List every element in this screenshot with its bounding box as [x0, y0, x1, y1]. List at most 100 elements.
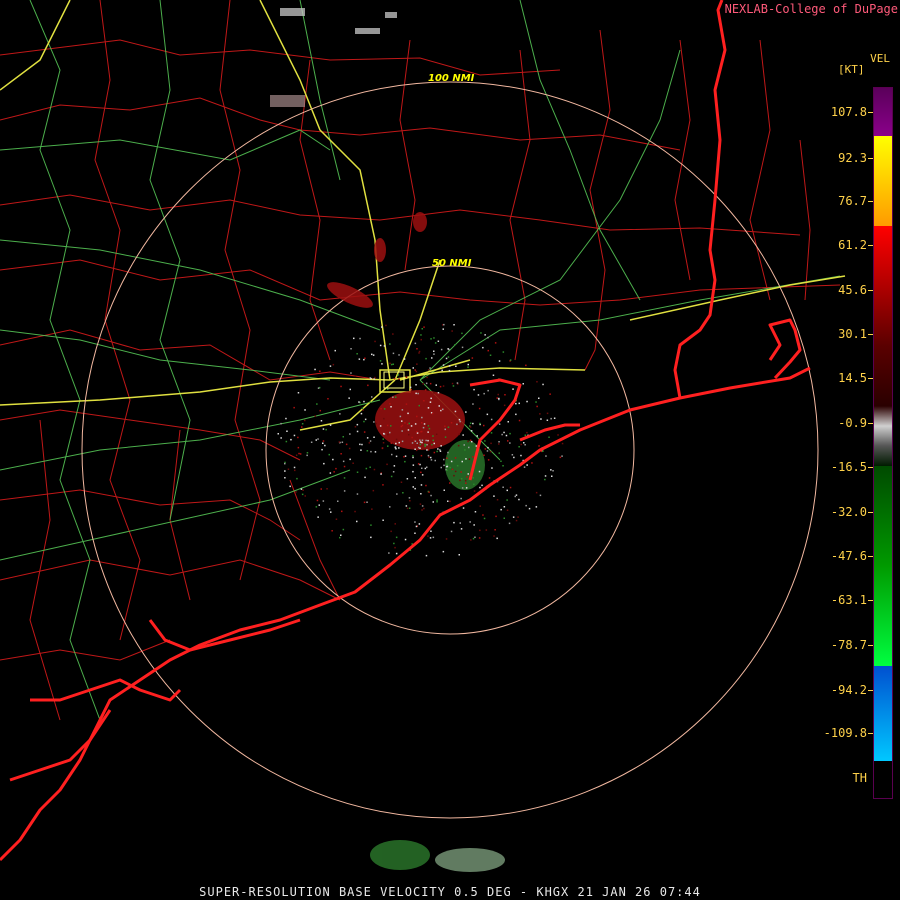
- legend-tick-label: -78.7: [830, 638, 867, 652]
- echo-speckle: [364, 476, 366, 479]
- echo-speckle: [393, 465, 396, 467]
- echo-speckle: [509, 432, 511, 435]
- echo-speckle: [408, 434, 410, 436]
- echo-speckle: [446, 469, 448, 471]
- echo-speckle: [542, 383, 544, 386]
- echo-speckle: [511, 454, 514, 456]
- legend-tick-mark: [868, 245, 873, 246]
- echo-speckle: [448, 365, 451, 367]
- echo-speckle: [372, 489, 375, 492]
- echo-speckle: [509, 442, 511, 444]
- echo-speckle: [400, 425, 403, 428]
- echo-speckle: [482, 514, 484, 516]
- echo-speckle: [437, 340, 440, 342]
- legend-tick-label: -32.0: [830, 505, 867, 519]
- echo-speckle: [472, 422, 474, 425]
- echo-speckle: [526, 464, 528, 466]
- echo-speckle: [323, 462, 325, 465]
- echo-speckle: [277, 433, 279, 435]
- echo-speckle: [340, 385, 342, 388]
- echo-speckle: [536, 381, 538, 383]
- echo-speckle: [394, 523, 396, 525]
- echo-speckle: [342, 528, 345, 531]
- echo-speckle: [383, 432, 385, 435]
- echo-speckle: [393, 542, 395, 545]
- echo-speckle: [553, 417, 556, 419]
- echo-speckle: [419, 441, 422, 443]
- scale-seg-yellow: [874, 136, 892, 226]
- echo-speckle: [557, 434, 559, 436]
- echo-speckle: [522, 383, 524, 385]
- echo-speckle: [428, 456, 430, 458]
- echo-speckle: [483, 517, 486, 520]
- echo-speckle: [394, 546, 396, 549]
- echo-speckle: [449, 466, 451, 469]
- echo-speckle: [487, 459, 490, 461]
- legend-tick-label: -0.9: [838, 416, 867, 430]
- echo-speckle: [476, 435, 478, 437]
- echo-speckle: [396, 493, 398, 495]
- echo-speckle: [363, 358, 365, 361]
- echo-speckle: [382, 519, 384, 521]
- echo-speckle: [295, 491, 297, 493]
- echo-speckle: [513, 456, 515, 459]
- echo-speckle: [427, 439, 429, 442]
- echo-speckle: [400, 481, 403, 483]
- echo-speckle: [472, 403, 474, 405]
- echo-speckle: [469, 422, 472, 424]
- echo-speckle: [411, 442, 414, 444]
- legend-tick-mark: [868, 378, 873, 379]
- echo-speckle: [539, 413, 541, 415]
- echo-speckle: [536, 405, 538, 408]
- echo-speckle: [374, 340, 376, 343]
- echo-speckle: [404, 460, 406, 463]
- echo-speckle: [358, 358, 361, 360]
- echo-speckle: [350, 348, 352, 350]
- echo-speckle: [427, 535, 429, 537]
- echo-speckle: [481, 484, 483, 487]
- echo-speckle: [392, 471, 395, 473]
- echo-speckle: [421, 422, 423, 424]
- echo-speckle: [456, 382, 459, 384]
- echo-speckle: [399, 415, 402, 418]
- echo-speckle: [358, 401, 360, 403]
- echo-speckle: [356, 423, 359, 426]
- echo-speckle: [404, 422, 406, 424]
- echo-speckle: [445, 538, 448, 540]
- echo-speckle: [525, 504, 527, 507]
- color-scale-bar: [873, 87, 893, 799]
- echo-speckle: [435, 384, 437, 386]
- echo-speckle: [498, 397, 500, 400]
- echo-speckle: [414, 440, 417, 442]
- echo-speckle: [383, 417, 385, 420]
- echo-speckle: [465, 458, 467, 460]
- credit-label: NEXLAB-College of DuPage: [724, 2, 898, 16]
- echo-speckle: [350, 372, 352, 374]
- echo-speckle: [502, 486, 504, 488]
- echo-speckle: [432, 501, 434, 503]
- legend-tick-mark: [868, 556, 873, 557]
- echo-speckle: [424, 389, 427, 391]
- echo-speckle: [479, 422, 481, 425]
- echo-speckle: [401, 409, 404, 411]
- echo-speckle: [496, 499, 499, 501]
- echo-speckle: [539, 494, 542, 497]
- echo-speckle: [379, 425, 382, 427]
- echo-speckle: [443, 464, 445, 467]
- echo-speckle: [515, 402, 517, 405]
- echo-speckle: [517, 516, 519, 518]
- echo-speckle: [405, 376, 408, 378]
- echo-speckle: [480, 332, 482, 334]
- echo-speckle: [457, 423, 460, 425]
- echo-speckle: [352, 462, 354, 464]
- echo-speckle: [455, 365, 457, 367]
- echo-speckle: [340, 453, 342, 455]
- legend-tick-mark: [868, 290, 873, 291]
- echo-speckle: [348, 447, 351, 450]
- echo-speckle: [299, 453, 302, 455]
- echo-speckle: [293, 434, 296, 437]
- scale-seg-green: [874, 466, 892, 666]
- echo-speckle: [452, 385, 455, 387]
- echo-speckle: [497, 393, 499, 396]
- echo-speckle: [454, 470, 457, 473]
